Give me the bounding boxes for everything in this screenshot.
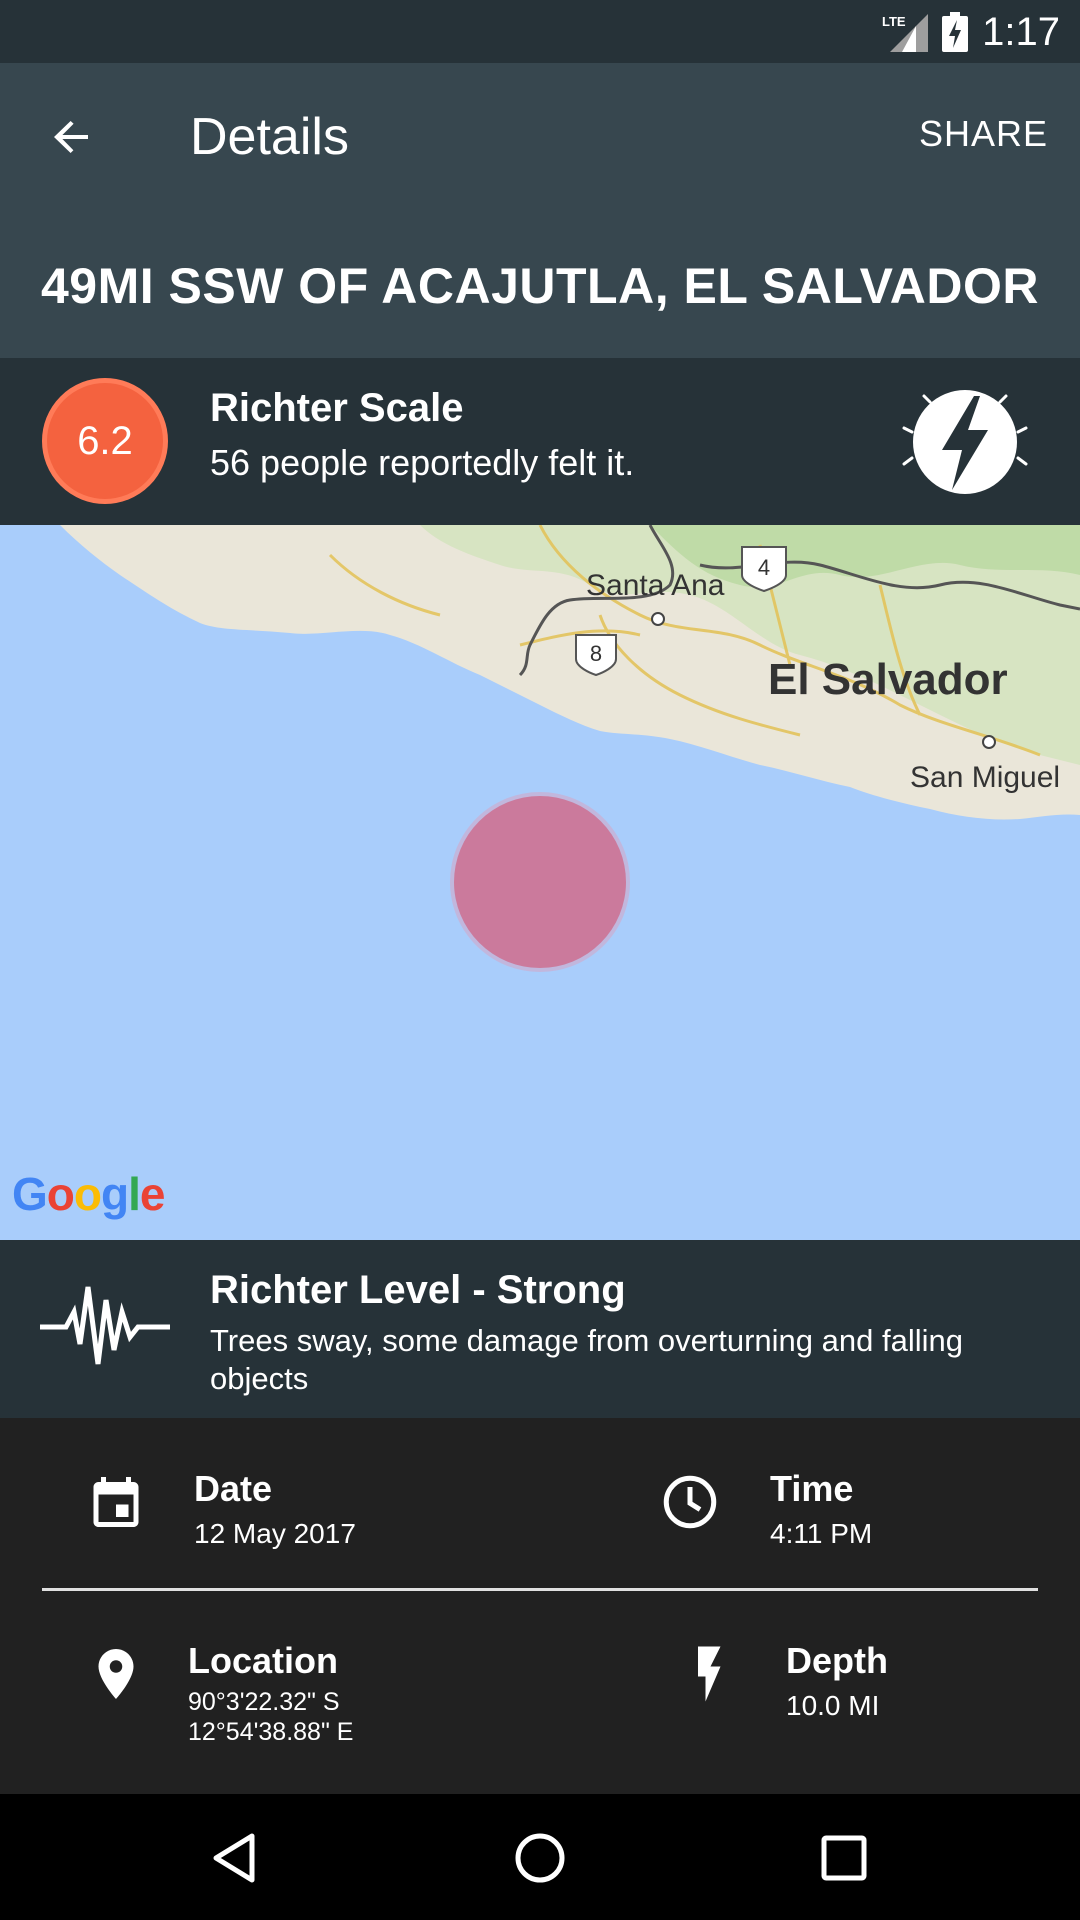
nav-back-button[interactable] <box>200 1822 272 1894</box>
location-latitude: 90°3'22.32" S <box>188 1688 340 1716</box>
lightning-icon <box>698 1646 721 1702</box>
page-title: Details <box>190 108 349 166</box>
lte-signal-icon: LTE <box>882 14 929 52</box>
magnitude-scale-title: Richter Scale <box>210 386 464 430</box>
map-view[interactable]: 4 8 Santa Ana El Salvador San Miguel Goo… <box>0 525 1080 1240</box>
nav-home-button[interactable] <box>504 1822 576 1894</box>
nav-recents-icon <box>821 1835 867 1881</box>
share-button[interactable]: SHARE <box>919 113 1048 155</box>
map-label-santa-ana: Santa Ana <box>586 569 725 602</box>
calendar-icon <box>93 1477 139 1527</box>
nav-back-icon <box>213 1833 255 1883</box>
route-shield-4: 4 <box>741 546 787 593</box>
map-canvas: 4 8 <box>60 525 1080 972</box>
time-value: 4:11 PM <box>770 1518 873 1549</box>
richter-level-description: Trees sway, some damage from overturning… <box>210 1323 963 1396</box>
depth-value: 10.0 MI <box>786 1690 880 1721</box>
map-label-san-miguel: San Miguel <box>910 761 1061 794</box>
date-value: 12 May 2017 <box>194 1518 356 1549</box>
magnitude-badge: 6.2 <box>42 378 168 504</box>
seismic-wave-icon <box>40 1286 170 1365</box>
epicenter-marker[interactable] <box>454 796 626 968</box>
richter-level-title: Richter Level - Strong <box>210 1268 626 1312</box>
status-time: 1:17 <box>982 9 1060 54</box>
status-bar: LTE 1:17 <box>0 0 1080 63</box>
divider <box>42 1588 1038 1591</box>
time-label: Time <box>770 1468 854 1509</box>
nav-recents-button[interactable] <box>808 1822 880 1894</box>
toolbar: Details SHARE <box>0 63 1080 213</box>
battery-charging-icon <box>942 12 969 52</box>
richter-level-row: Richter Level - Strong Trees sway, some … <box>0 1240 1080 1418</box>
magnitude-row: 6.2 Richter Scale 56 people reportedly f… <box>0 358 1080 525</box>
depth-label: Depth <box>786 1640 888 1681</box>
google-logo: Google <box>12 1168 165 1220</box>
map-label-country: El Salvador <box>768 655 1008 704</box>
nav-home-icon <box>515 1833 565 1883</box>
status-icons: LTE 1:17 <box>882 8 1060 56</box>
lte-label: LTE <box>882 14 906 29</box>
back-button[interactable] <box>36 101 108 173</box>
location-longitude: 12°54'38.88" E <box>188 1718 354 1746</box>
location-header: 49MI SSW OF ACAJUTLA, EL SALVADOR <box>0 213 1080 358</box>
route-shield-8: 8 <box>575 634 617 677</box>
date-label: Date <box>194 1468 273 1509</box>
felt-reports: 56 people reportedly felt it. <box>210 442 635 483</box>
route-4-label: 4 <box>758 555 770 580</box>
clock-icon <box>663 1475 717 1529</box>
arrow-back-icon <box>54 121 88 153</box>
details-panel: Date 12 May 2017 Time 4:11 PM Location 9… <box>0 1418 1080 1794</box>
route-8-label: 8 <box>590 641 602 666</box>
location-pin-icon <box>98 1649 134 1699</box>
alert-lightning-icon[interactable] <box>900 380 1030 504</box>
navigation-bar <box>0 1794 1080 1920</box>
location-title: 49MI SSW OF ACAJUTLA, EL SALVADOR <box>40 257 1040 314</box>
location-label: Location <box>188 1640 338 1681</box>
